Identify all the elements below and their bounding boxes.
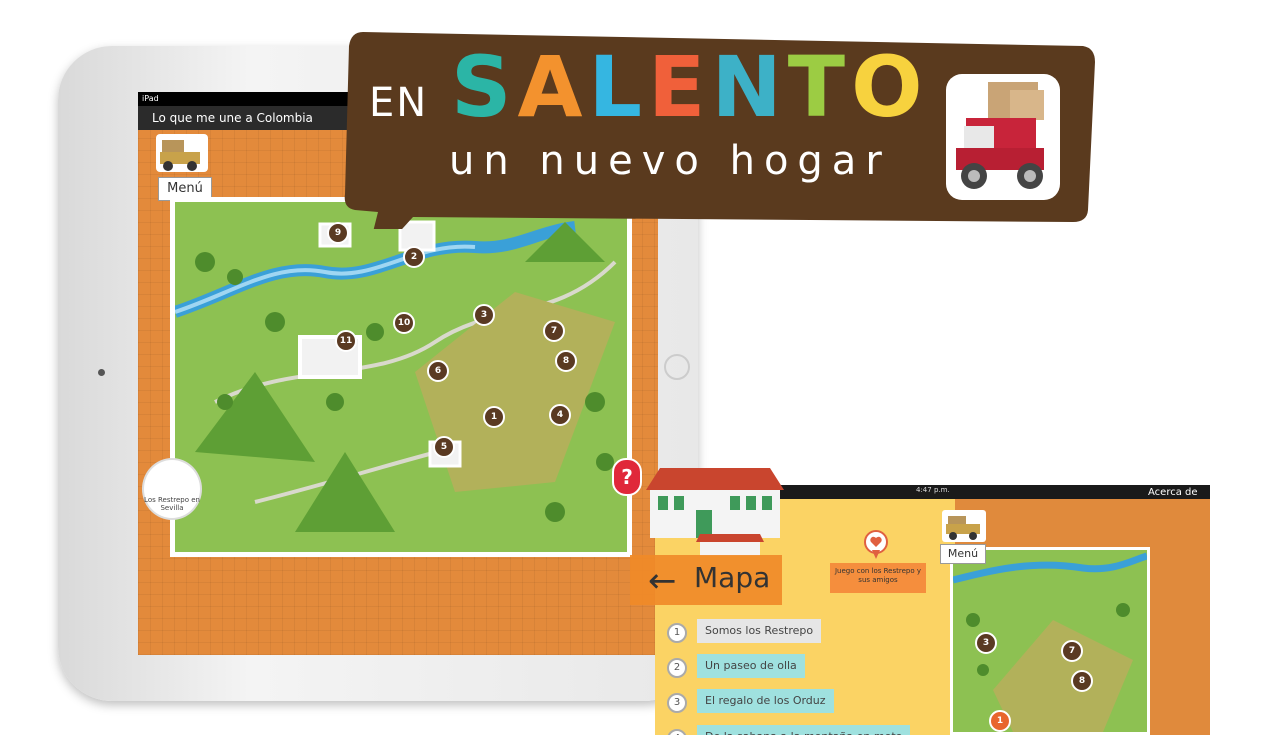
jeep-icon [946,74,1060,200]
chapter-number: 1 [667,623,687,643]
map-back-label: Mapa [694,561,771,594]
title-letter: O [851,38,929,136]
about-link[interactable]: Acerca de [1148,487,1198,498]
map-pin-6[interactable]: 6 [427,360,449,382]
chapter-number: 3 [667,693,687,713]
map-pin-4[interactable]: 4 [549,404,571,426]
clock-label: 4:47 p.m. [916,486,950,494]
help-button[interactable]: ? [612,458,642,496]
sevilla-badge[interactable]: Los Restrepo en Sevilla [142,458,202,520]
game-button[interactable]: Juego con los Restrepo y sus amigos [830,563,926,593]
jeep-menu-icon-2[interactable] [940,508,988,544]
title-letter: A [517,38,589,136]
subtitle: un nuevo hogar [449,138,891,184]
title-banner: EN SALENTO un nuevo hogar [343,22,1098,229]
map-pin-3[interactable]: 3 [473,304,495,326]
title-letter: T [787,38,852,136]
house-illustration [646,468,784,556]
chapter-number: 2 [667,658,687,678]
app-title: Lo que me une a Colombia [152,111,313,125]
title-letter: N [711,38,788,136]
chapter-label: Un paseo de olla [697,654,805,678]
menu-button-2[interactable]: Menú [940,544,986,564]
map-pin-11[interactable]: 11 [335,330,357,352]
map-pin-7[interactable]: 7 [543,320,565,342]
map-pin-10[interactable]: 10 [393,312,415,334]
title-letter: E [648,38,712,136]
title-prefix: EN [369,80,429,126]
map2-pin-3[interactable]: 3 [975,632,997,654]
carrier-label: iPad [142,94,159,103]
title-salento: SALENTO [451,38,928,136]
map-pin-2[interactable]: 2 [403,246,425,268]
salento-map-2[interactable]: 3 7 8 1 [950,547,1150,735]
map2-pin-7[interactable]: 7 [1061,640,1083,662]
chapter-number: 4 [667,729,687,735]
map-pin-5[interactable]: 5 [433,436,455,458]
map2-pin-1[interactable]: 1 [989,710,1011,732]
map2-pin-8[interactable]: 8 [1071,670,1093,692]
salento-map[interactable]: 9 2 11 10 3 7 8 6 1 4 5 [170,197,632,557]
map-pin-8[interactable]: 8 [555,350,577,372]
map-pin-1[interactable]: 1 [483,406,505,428]
map-back-button[interactable]: ← Mapa [630,555,782,605]
title-letter: S [451,38,518,136]
chapter-label: De la sabana a la montaña en moto [697,725,911,735]
chapter-label: Somos los Restrepo [697,619,822,643]
chapter-label: El regalo de los Orduz [697,689,834,713]
jeep-menu-icon[interactable] [152,130,212,176]
arrow-left-icon: ← [648,561,677,601]
heart-pin-icon [864,530,888,559]
home-button[interactable] [664,354,690,380]
title-letter: L [588,38,649,136]
badge-text: Los Restrepo en Sevilla [144,496,200,512]
camera-dot [98,369,105,376]
